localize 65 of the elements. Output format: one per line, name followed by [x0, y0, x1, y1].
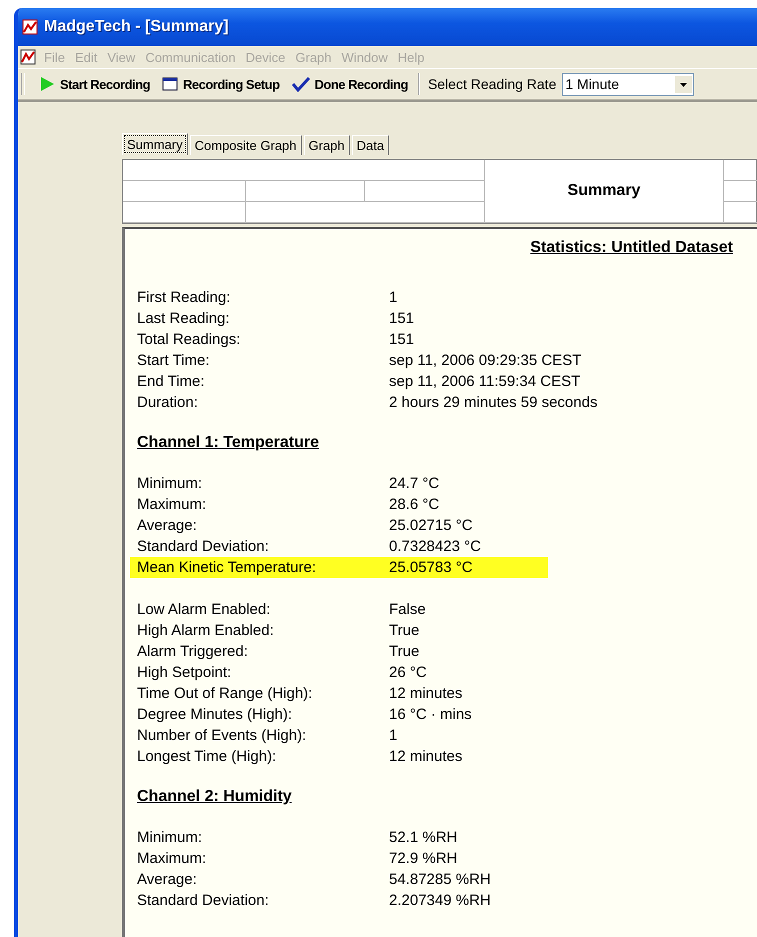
toolbar-button[interactable]: Done Recording — [286, 72, 414, 96]
stat-value: 28.6 °C — [389, 496, 440, 513]
stat-label: Degree Minutes (High): — [137, 706, 294, 723]
header-title: Summary — [568, 182, 640, 200]
stat-label: Average: — [137, 871, 198, 888]
stat-label: Longest Time (High): — [137, 748, 278, 765]
stat-label: Time Out of Range (High): — [137, 685, 314, 702]
stat-value: sep 11, 2006 11:59:34 CEST — [389, 373, 580, 390]
reading-rate-label: Select Reading Rate — [428, 76, 556, 92]
section-heading: Channel 2: Humidity — [137, 788, 292, 805]
stat-value: 2.207349 %RH — [389, 892, 491, 909]
stat-label: Minimum: — [137, 475, 204, 492]
stat-value: 72.9 %RH — [389, 850, 458, 867]
stat-value: 151 — [389, 310, 414, 327]
stat-label: Number of Events (High): — [137, 727, 308, 744]
stat-value: 1 — [389, 289, 398, 306]
stat-value: True — [389, 643, 420, 660]
stat-label: End Time: — [137, 373, 206, 390]
stat-label: Maximum: — [137, 850, 208, 867]
stat-value: 0.7328423 °C — [389, 538, 481, 555]
stat-label: Standard Deviation: — [137, 892, 270, 909]
checkmark-icon — [292, 76, 310, 92]
tab[interactable]: Composite Graph — [190, 135, 302, 155]
tab[interactable]: Summary — [122, 133, 188, 155]
tab[interactable]: Data — [352, 135, 390, 155]
stat-value: 151 — [389, 331, 414, 348]
play-icon — [39, 76, 55, 92]
stat-value: 24.7 °C — [389, 475, 440, 492]
stat-value: 1 — [389, 727, 398, 744]
stat-label: Minimum: — [137, 829, 204, 846]
stat-value: 54.87285 %RH — [389, 871, 491, 888]
stat-value: 25.02715 °C — [389, 517, 473, 534]
window-title: MadgeTech - [Summary] — [44, 18, 229, 36]
stat-value: 16 °C · mins — [389, 706, 472, 723]
toolbar-button[interactable]: Recording Setup — [156, 72, 286, 96]
section-heading: Channel 1: Temperature — [137, 434, 319, 451]
stat-value: False — [389, 601, 426, 618]
stat-label: Low Alarm Enabled: — [137, 601, 272, 618]
stat-value: 52.1 %RH — [389, 829, 458, 846]
stat-label: High Alarm Enabled: — [137, 622, 275, 639]
chart-icon — [20, 49, 36, 65]
stat-value: 12 minutes — [389, 748, 462, 765]
stat-value: 26 °C — [389, 664, 427, 681]
stat-label: Standard Deviation: — [137, 538, 270, 555]
stat-label: Start Time: — [137, 352, 211, 369]
stat-value: 25.05783 °C — [389, 559, 473, 576]
stat-value: 12 minutes — [389, 685, 462, 702]
window-icon — [162, 77, 178, 91]
toolbar-button[interactable]: Start Recording — [33, 72, 156, 96]
stat-value: 2 hours 29 minutes 59 seconds — [389, 394, 598, 411]
stat-label: Maximum: — [137, 496, 208, 513]
stat-label: Average: — [137, 517, 198, 534]
stat-label: First Reading: — [137, 289, 232, 306]
stat-label: High Setpoint: — [137, 664, 232, 681]
stat-label: Mean Kinetic Temperature: — [137, 559, 317, 576]
stat-label: Total Readings: — [137, 331, 242, 348]
tab[interactable]: Graph — [304, 135, 350, 155]
stat-value: True — [389, 622, 420, 639]
reading-rate-dropdown[interactable]: 1 Minute — [562, 72, 694, 96]
stat-value: sep 11, 2006 09:29:35 CEST — [389, 352, 582, 369]
chart-icon — [22, 19, 38, 35]
stat-label: Last Reading: — [137, 310, 231, 327]
report-title: Statistics: Untitled Dataset — [530, 239, 733, 257]
stat-label: Alarm Triggered: — [137, 643, 249, 660]
stat-label: Duration: — [137, 394, 199, 411]
